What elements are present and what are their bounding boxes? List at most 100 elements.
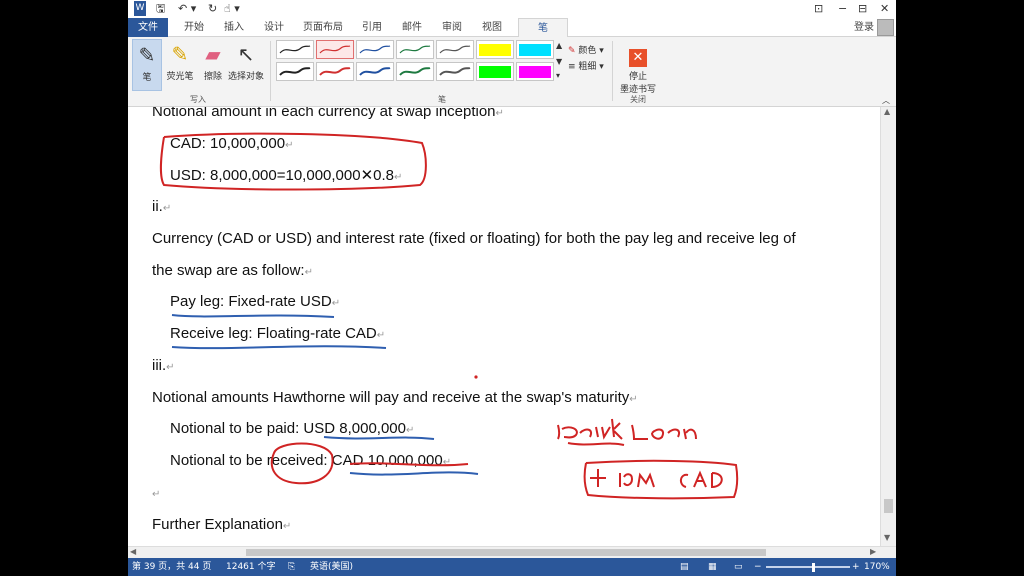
pen-stroke-icon bbox=[359, 45, 391, 54]
doc-line: the swap are as follow:↵ bbox=[152, 262, 313, 279]
tab-pens[interactable]: 笔 bbox=[518, 18, 568, 38]
doc-line: Pay leg: Fixed-rate USD↵ bbox=[170, 293, 341, 310]
doc-line: Currency (CAD or USD) and interest rate … bbox=[152, 230, 796, 247]
thickness-icon: ≡ bbox=[568, 62, 576, 72]
collapse-ribbon-icon[interactable]: ︿ bbox=[882, 95, 890, 106]
pen-stroke-icon bbox=[359, 67, 391, 76]
doc-line: Notional amounts Hawthorne will pay and … bbox=[152, 389, 638, 406]
scroll-left-icon[interactable]: ◀ bbox=[130, 547, 136, 556]
doc-line: iii.↵ bbox=[152, 357, 175, 374]
scroll-right-icon[interactable]: ▶ bbox=[870, 547, 876, 556]
doc-line: ii.↵ bbox=[152, 198, 172, 215]
pen-swatch[interactable] bbox=[476, 40, 514, 59]
scroll-thumb[interactable] bbox=[884, 499, 893, 513]
touch-mode-button[interactable]: ☝ ▾ bbox=[224, 1, 240, 16]
login-link[interactable]: 登录 bbox=[854, 18, 874, 37]
gallery-scroll-up[interactable]: ▲ bbox=[556, 41, 562, 50]
stop-inking-button[interactable]: ✕ 停止 墨迹书写 bbox=[618, 39, 658, 95]
gallery-expand[interactable]: ▾ bbox=[556, 71, 560, 80]
tab-home[interactable]: 开始 bbox=[176, 18, 212, 37]
ink-underline-pay-leg bbox=[171, 314, 335, 318]
pen-swatch[interactable] bbox=[396, 62, 434, 81]
scroll-up-icon[interactable]: ▲ bbox=[884, 107, 890, 116]
tab-file[interactable]: 文件 bbox=[128, 18, 168, 37]
pen-stroke-icon bbox=[279, 67, 311, 76]
word-window: W 🖫 ↶ ▾ ↻ ☝ ▾ ⊡ − ⊟ ✕ 文件 开始 插入 设计 页面布局 引… bbox=[128, 0, 896, 576]
pen-tool-button[interactable]: ✎ 笔 bbox=[132, 39, 162, 91]
ribbon-display-button[interactable]: ⊡ bbox=[814, 1, 823, 16]
doc-line: USD: 8,000,000=10,000,000✕0.8↵ bbox=[170, 167, 403, 184]
stop-inking-icon: ✕ bbox=[618, 39, 658, 69]
hscroll-thumb[interactable] bbox=[246, 549, 766, 556]
pen-swatch[interactable] bbox=[276, 62, 314, 81]
doc-line: Further Explanation↵ bbox=[152, 516, 292, 533]
pen-swatch[interactable] bbox=[356, 40, 394, 59]
avatar[interactable] bbox=[877, 19, 894, 36]
read-mode-icon[interactable]: ▤ bbox=[680, 558, 689, 576]
scroll-down-icon[interactable]: ▼ bbox=[884, 533, 890, 542]
maximize-button[interactable]: ⊟ bbox=[858, 1, 867, 16]
pen-swatch[interactable] bbox=[316, 62, 354, 81]
pen-swatch[interactable] bbox=[436, 40, 474, 59]
thickness-button[interactable]: ≡ 粗细 ▾ bbox=[568, 59, 604, 72]
pen-swatch[interactable] bbox=[316, 40, 354, 59]
word-count[interactable]: 12461 个字 bbox=[226, 558, 276, 576]
redo-button[interactable]: ↻ bbox=[208, 1, 217, 16]
minimize-button[interactable]: − bbox=[838, 1, 847, 16]
tab-insert[interactable]: 插入 bbox=[216, 18, 252, 37]
eraser-tool-button[interactable]: ▰ 擦除 bbox=[198, 39, 228, 91]
color-button[interactable]: ✎ 颜色 ▾ bbox=[568, 43, 604, 56]
pen-swatch[interactable] bbox=[516, 40, 554, 59]
doc-line: Notional to be received: CAD 10,000,000↵ bbox=[170, 452, 452, 469]
page-count[interactable]: 第 39 页，共 44 页 bbox=[132, 558, 211, 576]
web-layout-icon[interactable]: ▭ bbox=[734, 558, 743, 576]
print-layout-icon[interactable]: ▦ bbox=[708, 558, 717, 576]
ink-underline-usd bbox=[323, 436, 435, 440]
group-label-pens: 笔 bbox=[438, 95, 446, 104]
pen-swatch[interactable] bbox=[356, 62, 394, 81]
vertical-scrollbar[interactable]: ▲ ▼ bbox=[880, 107, 896, 546]
eraser-icon: ▰ bbox=[205, 42, 221, 66]
highlighter-swatch-icon bbox=[519, 44, 551, 56]
zoom-in-icon[interactable]: + bbox=[852, 558, 860, 576]
pen-stroke-icon bbox=[319, 45, 351, 54]
close-button[interactable]: ✕ bbox=[880, 1, 889, 16]
tab-design[interactable]: 设计 bbox=[256, 18, 292, 37]
ink-10m-cad-text bbox=[590, 469, 723, 489]
doc-line: Notional to be paid: USD 8,000,000↵ bbox=[170, 420, 415, 437]
pen-swatch[interactable] bbox=[276, 40, 314, 59]
document-page[interactable]: Notional amount in each currency at swap… bbox=[128, 107, 880, 546]
pen-swatch[interactable] bbox=[396, 40, 434, 59]
zoom-slider[interactable] bbox=[766, 566, 850, 568]
proofing-icon[interactable]: ⎘ bbox=[288, 558, 295, 576]
highlighter-tool-button[interactable]: ✎ 荧光笔 bbox=[164, 39, 196, 91]
zoom-slider-thumb[interactable] bbox=[812, 563, 815, 572]
tab-view[interactable]: 视图 bbox=[474, 18, 510, 37]
pen-stroke-icon bbox=[399, 67, 431, 76]
group-label-close: 关闭 bbox=[630, 95, 646, 104]
language-indicator[interactable]: 英语(美国) bbox=[310, 558, 353, 576]
doc-line: Notional amount in each currency at swap… bbox=[152, 107, 504, 120]
horizontal-scrollbar[interactable]: ◀ ▶ bbox=[128, 546, 896, 558]
tab-review[interactable]: 审阅 bbox=[434, 18, 470, 37]
ink-bank-loan-note bbox=[557, 418, 697, 446]
tab-references[interactable]: 引用 bbox=[354, 18, 390, 37]
select-objects-button[interactable]: ↖ 选择对象 bbox=[228, 39, 264, 91]
zoom-out-icon[interactable]: − bbox=[754, 558, 762, 576]
zoom-level[interactable]: 170% bbox=[864, 558, 890, 576]
save-icon[interactable]: 🖫 bbox=[156, 1, 165, 16]
gallery-scroll-down[interactable]: ▼ bbox=[556, 57, 562, 66]
pen-icon: ✎ bbox=[138, 43, 156, 67]
pen-swatch[interactable] bbox=[436, 62, 474, 81]
pen-stroke-icon bbox=[439, 67, 471, 76]
ink-underline-cad bbox=[349, 471, 479, 476]
status-bar: 第 39 页，共 44 页 12461 个字 ⎘ 英语(美国) ▤ ▦ ▭ − … bbox=[128, 558, 896, 576]
pen-stroke-icon bbox=[319, 67, 351, 76]
undo-button[interactable]: ↶ ▾ bbox=[178, 1, 196, 16]
tab-mailings[interactable]: 邮件 bbox=[394, 18, 430, 37]
highlighter-swatch-icon bbox=[519, 66, 551, 78]
tab-layout[interactable]: 页面布局 bbox=[298, 18, 348, 37]
pen-swatch[interactable] bbox=[476, 62, 514, 81]
pen-swatch[interactable] bbox=[516, 62, 554, 81]
highlighter-swatch-icon bbox=[479, 44, 511, 56]
